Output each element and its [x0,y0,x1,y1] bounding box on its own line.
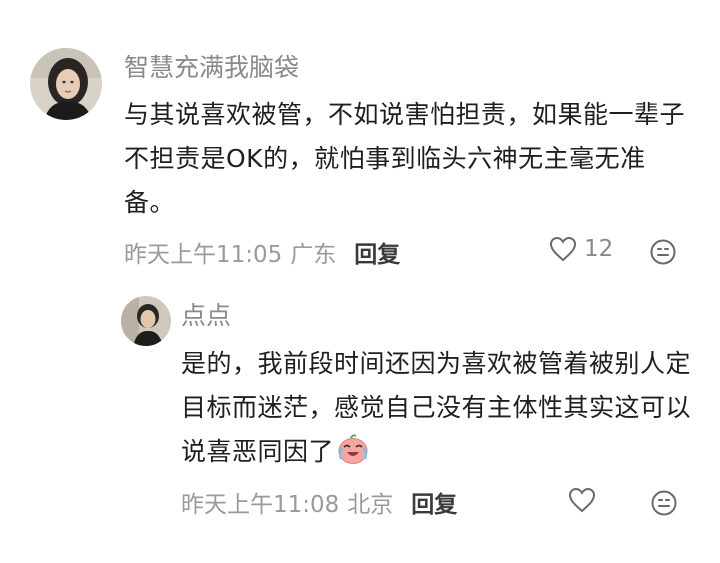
avatar[interactable] [121,296,171,346]
like-button[interactable] [567,485,597,515]
face-emoji-icon [651,490,677,516]
username[interactable]: 点点 [181,301,231,331]
emoji-react-button[interactable] [650,489,678,517]
comment-text: 是的，我前段时间还因为喜欢被管着被别人定目标而迷茫，感觉自己没有主体性其实这可以… [181,342,701,474]
reply-button[interactable]: 回复 [411,485,457,519]
comment-meta: 昨天上午11:08 北京 回复 [181,485,457,519]
username[interactable]: 智慧充满我脑袋 [124,53,299,83]
timestamp: 昨天上午11:08 [181,492,340,518]
location: 北京 [347,492,394,518]
heart-outline-icon [568,487,596,513]
avatar-woman-photo-icon [30,48,102,120]
timestamp: 昨天上午11:05 [124,242,283,268]
location: 广东 [290,242,337,268]
like-button[interactable]: 12 [548,234,613,264]
heart-outline-icon [549,236,577,262]
avatar-man-photo-icon [121,296,171,346]
comment-thread: 智慧充满我脑袋 与其说喜欢被管，不如说害怕担责，如果能一辈子不担责是OK的，就怕… [0,0,720,563]
comment-text-content: 是的，我前段时间还因为喜欢被管着被别人定目标而迷茫，感觉自己没有主体性其实这可以… [181,349,692,466]
comment-text: 与其说喜欢被管，不如说害怕担责，如果能一辈子不担责是OK的，就怕事到临头六神无主… [124,100,686,217]
comment-meta: 昨天上午11:05 广东 回复 [124,235,400,269]
reply-button[interactable]: 回复 [354,235,400,269]
crying-laughing-emoji-icon [338,434,368,464]
like-count: 12 [584,236,614,262]
face-emoji-icon [650,239,676,265]
avatar[interactable] [30,48,102,120]
emoji-react-button[interactable] [649,238,677,266]
